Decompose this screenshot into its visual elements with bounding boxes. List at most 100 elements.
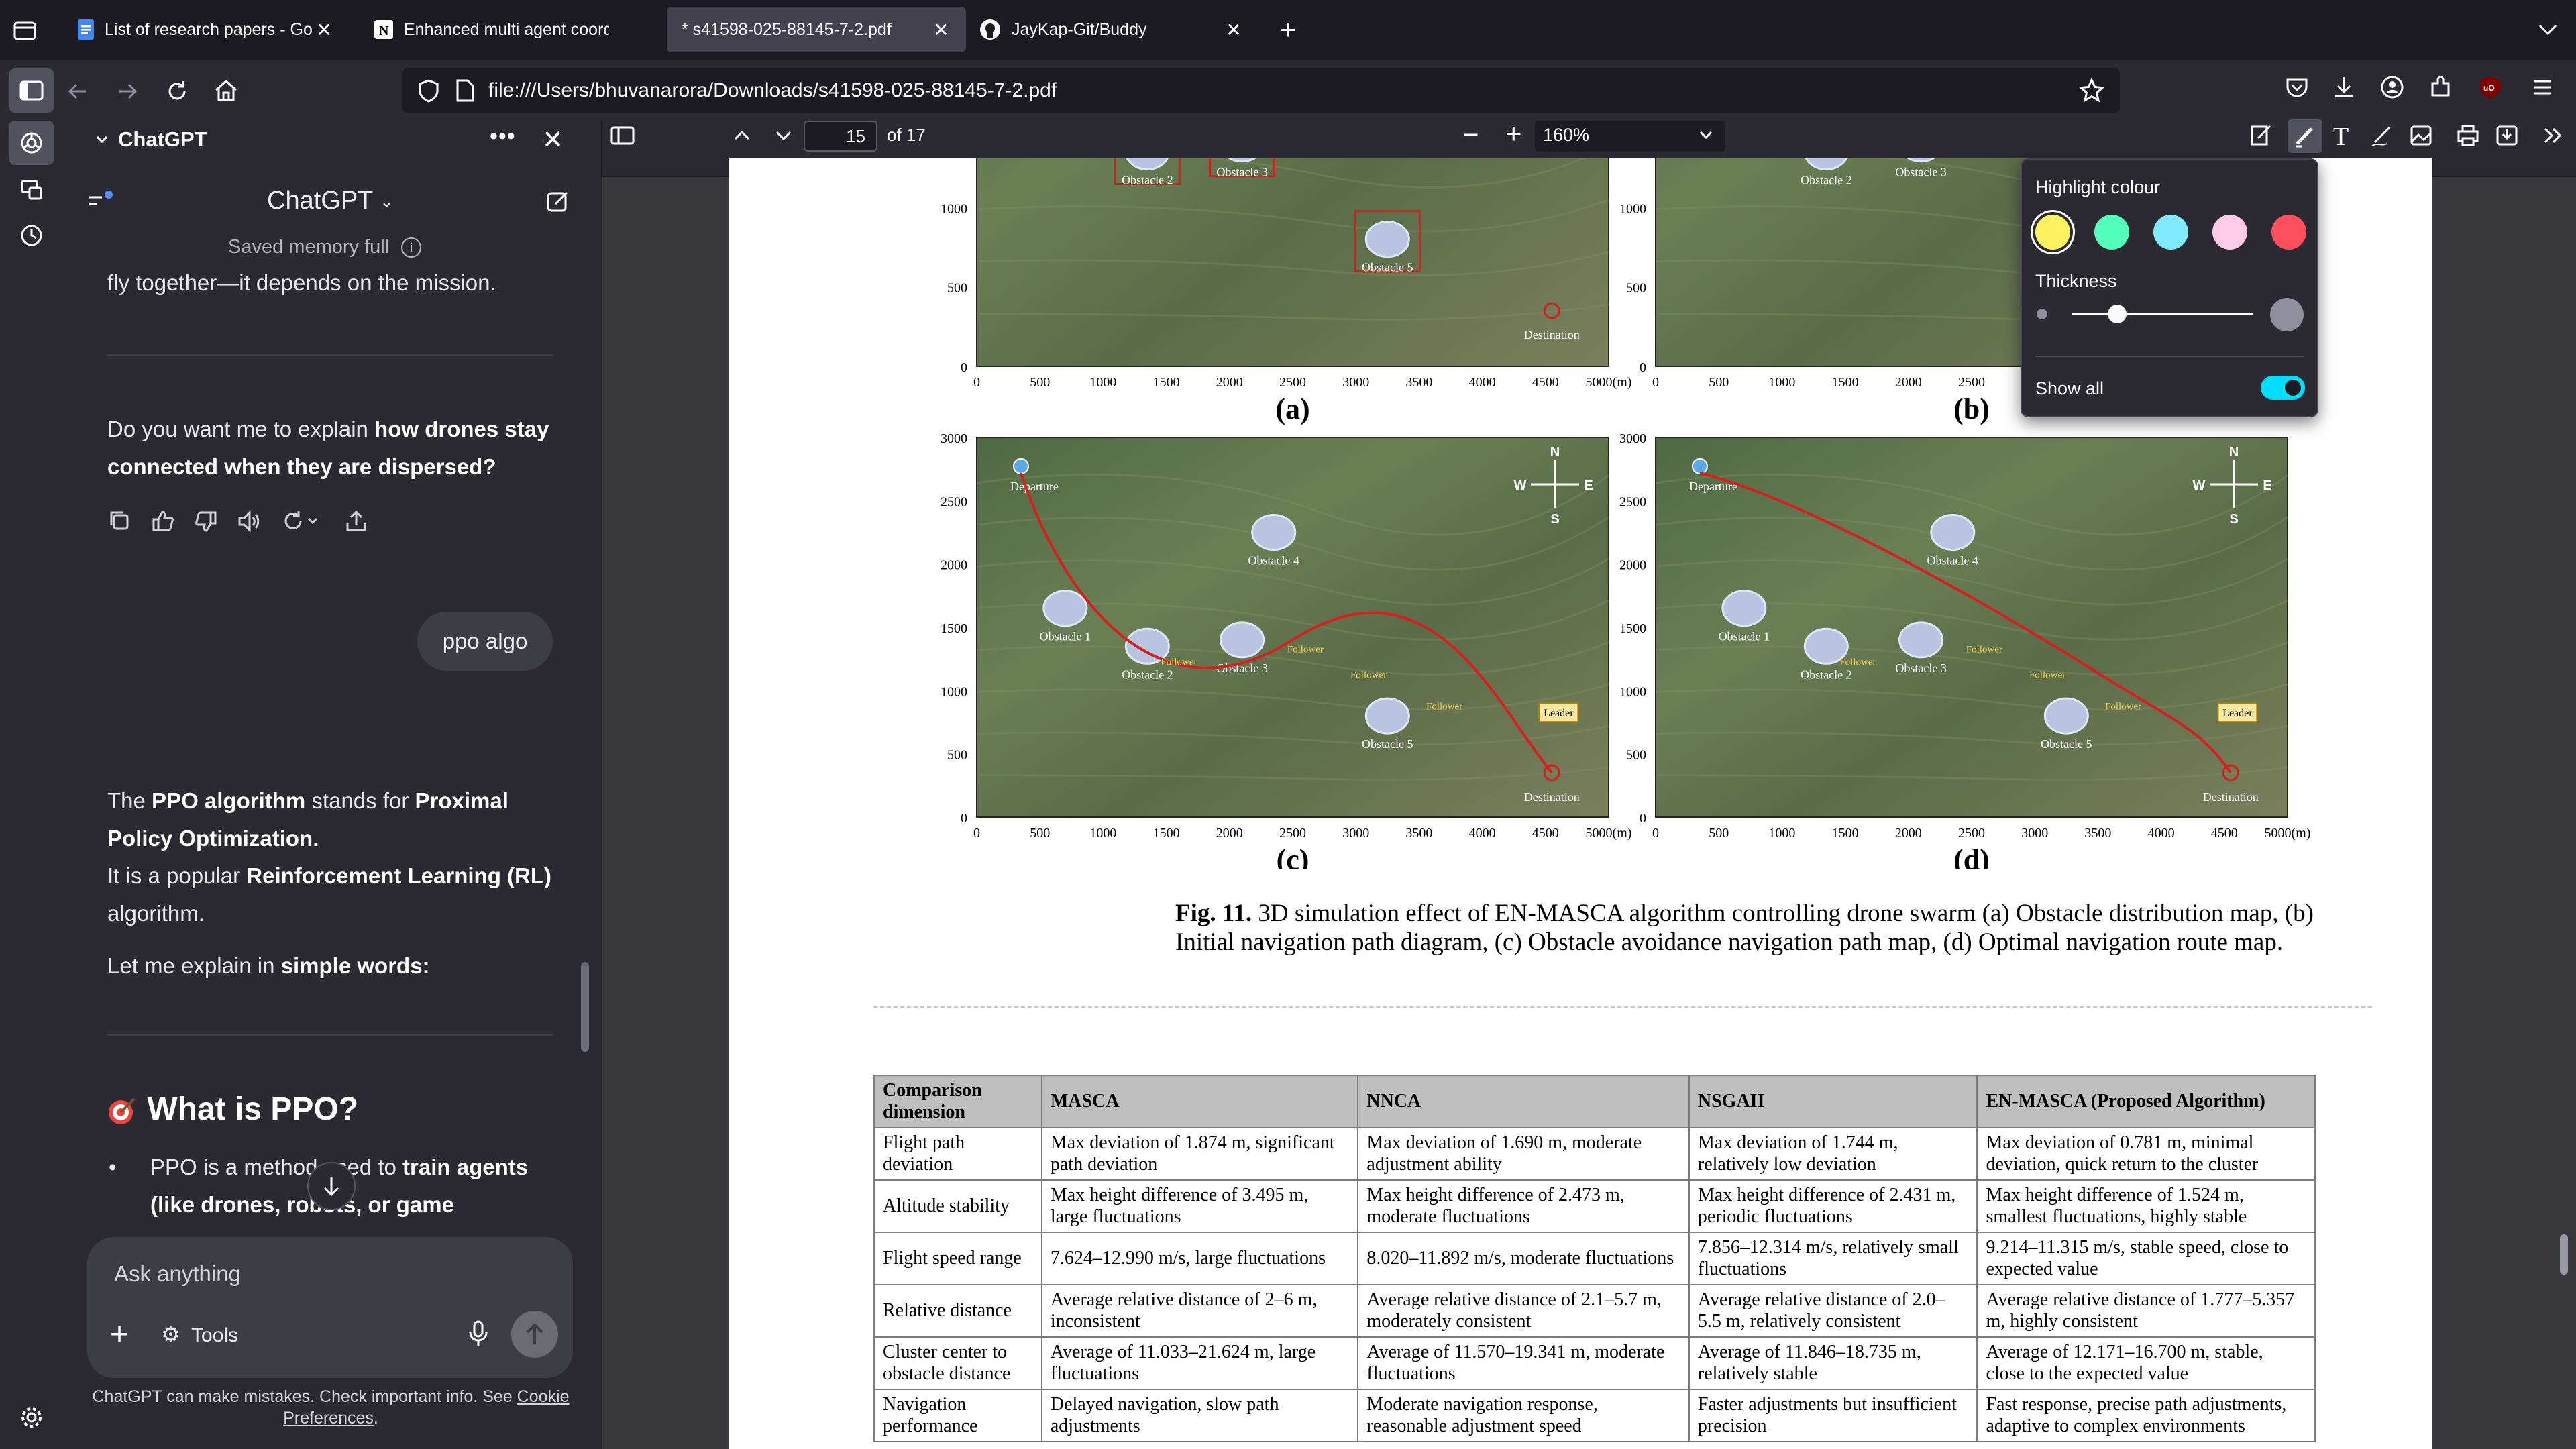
home-icon[interactable] bbox=[212, 76, 240, 105]
composer: Ask anything + ⚙ Tools bbox=[87, 1237, 573, 1378]
follower-label: Follower bbox=[1426, 702, 1462, 712]
account-icon[interactable] bbox=[2379, 74, 2406, 101]
back-icon[interactable] bbox=[66, 79, 90, 103]
obstacle-cloud bbox=[1930, 514, 1976, 551]
send-button[interactable] bbox=[511, 1311, 558, 1358]
x-tick-label: 0 bbox=[973, 826, 980, 841]
read-aloud-icon[interactable] bbox=[236, 508, 262, 534]
obstacle-label: Obstacle 3 bbox=[1895, 166, 1946, 179]
x-tick-label: 2000 bbox=[1216, 375, 1243, 390]
sliders-icon: ⚙ bbox=[161, 1322, 180, 1346]
comment-icon[interactable] bbox=[2249, 123, 2274, 148]
shield-icon[interactable] bbox=[417, 78, 440, 103]
more-options-icon[interactable]: ••• bbox=[490, 123, 516, 150]
synced-tabs-icon[interactable] bbox=[19, 177, 44, 203]
composer-input[interactable]: Ask anything bbox=[114, 1261, 241, 1287]
image-tool-icon[interactable] bbox=[2408, 123, 2434, 148]
toggle-pdf-sidebar-icon[interactable] bbox=[609, 123, 636, 148]
tab-notion[interactable]: N Enhanced multi agent coordinat ✕ bbox=[361, 7, 645, 52]
obstacle-label: Obstacle 5 bbox=[1362, 261, 1413, 274]
compass-letter: N bbox=[1550, 445, 1560, 460]
highlight-tool-icon[interactable] bbox=[2288, 119, 2322, 153]
app-menu-icon[interactable] bbox=[2529, 74, 2556, 101]
thickness-slider-thumb[interactable] bbox=[2107, 305, 2127, 323]
thumbs-down-icon[interactable] bbox=[193, 508, 219, 534]
zoom-value: 160% bbox=[1543, 125, 1590, 145]
save-pdf-icon[interactable] bbox=[2494, 123, 2520, 148]
close-tab-icon[interactable]: ✕ bbox=[313, 19, 335, 41]
departure-marker bbox=[1691, 458, 1708, 474]
zoom-out-icon[interactable]: − bbox=[1462, 121, 1479, 149]
highlight-colour-swatch[interactable] bbox=[2271, 215, 2306, 250]
list-all-tabs-icon[interactable] bbox=[2536, 17, 2560, 42]
x-tick-label: 4500 bbox=[1532, 375, 1559, 390]
history-icon[interactable] bbox=[19, 223, 44, 248]
text-tool-icon[interactable]: T bbox=[2333, 122, 2349, 152]
share-icon[interactable] bbox=[343, 508, 369, 534]
x-tick-label: 1500 bbox=[1153, 826, 1180, 841]
chevron-down-icon[interactable] bbox=[94, 131, 110, 148]
x-tick-label: 3000 bbox=[2021, 826, 2048, 841]
compass-letter: S bbox=[1550, 512, 1559, 527]
print-icon[interactable] bbox=[2455, 123, 2481, 148]
scroll-to-bottom-button[interactable] bbox=[307, 1162, 356, 1210]
close-tab-icon[interactable]: ✕ bbox=[1222, 19, 1245, 41]
add-attachment-icon[interactable]: + bbox=[110, 1319, 129, 1351]
highlight-colour-swatch[interactable] bbox=[2094, 215, 2129, 250]
microphone-icon[interactable] bbox=[466, 1319, 491, 1347]
chat-scrollbar[interactable] bbox=[581, 962, 589, 1052]
extensions-icon[interactable] bbox=[2427, 74, 2454, 101]
compass-letter: E bbox=[2263, 478, 2271, 493]
next-page-icon[interactable] bbox=[771, 123, 796, 148]
url-text[interactable]: file:///Users/bhuvanarora/Downloads/s415… bbox=[488, 74, 1057, 107]
model-selector[interactable]: ChatGPT ⌄ bbox=[267, 186, 393, 215]
copy-icon[interactable] bbox=[107, 508, 133, 534]
sidebar-toggle-button[interactable] bbox=[9, 68, 54, 113]
forward-icon[interactable] bbox=[115, 79, 140, 103]
close-tab-icon[interactable]: ✕ bbox=[930, 19, 953, 41]
table-cell: Moderate navigation response, reasonable… bbox=[1357, 1389, 1690, 1442]
tab-github[interactable]: JayKap-Git/Buddy ✕ bbox=[966, 7, 1258, 52]
pocket-icon[interactable] bbox=[2284, 74, 2310, 101]
pdf-scrollbar-thumb[interactable] bbox=[2560, 1234, 2568, 1275]
y-tick-label: 2500 bbox=[1619, 494, 1646, 509]
y-tick-label: 3000 bbox=[1619, 431, 1646, 446]
info-icon[interactable]: i bbox=[401, 237, 422, 258]
disclaimer: ChatGPT can make mistakes. Check importa… bbox=[92, 1387, 570, 1428]
tab-list-icon[interactable] bbox=[12, 17, 38, 43]
customize-sidebar-gear-icon[interactable] bbox=[19, 1405, 44, 1430]
more-tools-icon[interactable] bbox=[2540, 123, 2565, 148]
thumbs-up-icon[interactable] bbox=[150, 508, 176, 534]
downloads-icon[interactable] bbox=[2330, 74, 2357, 101]
compass-letter: W bbox=[1514, 478, 1527, 493]
sidebar-title[interactable]: ChatGPT bbox=[118, 127, 207, 152]
highlight-colour-swatch[interactable] bbox=[2153, 215, 2188, 250]
chatgpt-sidebar-icon[interactable] bbox=[9, 121, 54, 165]
new-chat-icon[interactable] bbox=[545, 188, 572, 215]
bookmark-star-icon[interactable] bbox=[2078, 77, 2105, 104]
chat-list-icon[interactable] bbox=[86, 188, 115, 215]
ublock-origin-icon[interactable]: uO bbox=[2478, 75, 2502, 99]
regenerate-icon[interactable] bbox=[280, 508, 322, 534]
zoom-select[interactable]: 160% bbox=[1535, 121, 1725, 152]
table-row: Flight path deviation Max deviation of 1.… bbox=[873, 1127, 2316, 1181]
tab-google-docs[interactable]: List of research papers - Googl ✕ bbox=[64, 7, 349, 52]
reload-icon[interactable] bbox=[164, 78, 191, 105]
draw-tool-icon[interactable] bbox=[2369, 123, 2395, 148]
tools-button[interactable]: ⚙ Tools bbox=[161, 1322, 238, 1347]
y-tick-label: 0 bbox=[1640, 811, 1646, 826]
page-number-input[interactable]: 15 bbox=[804, 121, 877, 152]
y-tick-label: 1000 bbox=[1619, 684, 1646, 699]
table-cell: Faster adjustments but insufficient prec… bbox=[1688, 1389, 1978, 1442]
thickness-slider-track[interactable] bbox=[2072, 313, 2253, 315]
highlight-colour-swatch[interactable] bbox=[2035, 215, 2070, 250]
response-paragraph: The PPO algorithm stands for Proximal Po… bbox=[107, 788, 508, 851]
new-tab-button[interactable]: + bbox=[1280, 15, 1297, 44]
tab-pdf-active[interactable]: * s41598-025-88145-7-2.pdf ✕ bbox=[667, 7, 966, 52]
show-all-toggle[interactable] bbox=[2261, 376, 2305, 400]
close-sidebar-icon[interactable]: ✕ bbox=[542, 125, 564, 155]
highlight-colour-swatch[interactable] bbox=[2212, 215, 2247, 250]
subfigure-label: (a) bbox=[1275, 392, 1309, 425]
zoom-in-icon[interactable]: + bbox=[1505, 119, 1522, 148]
previous-page-icon[interactable] bbox=[730, 123, 754, 148]
